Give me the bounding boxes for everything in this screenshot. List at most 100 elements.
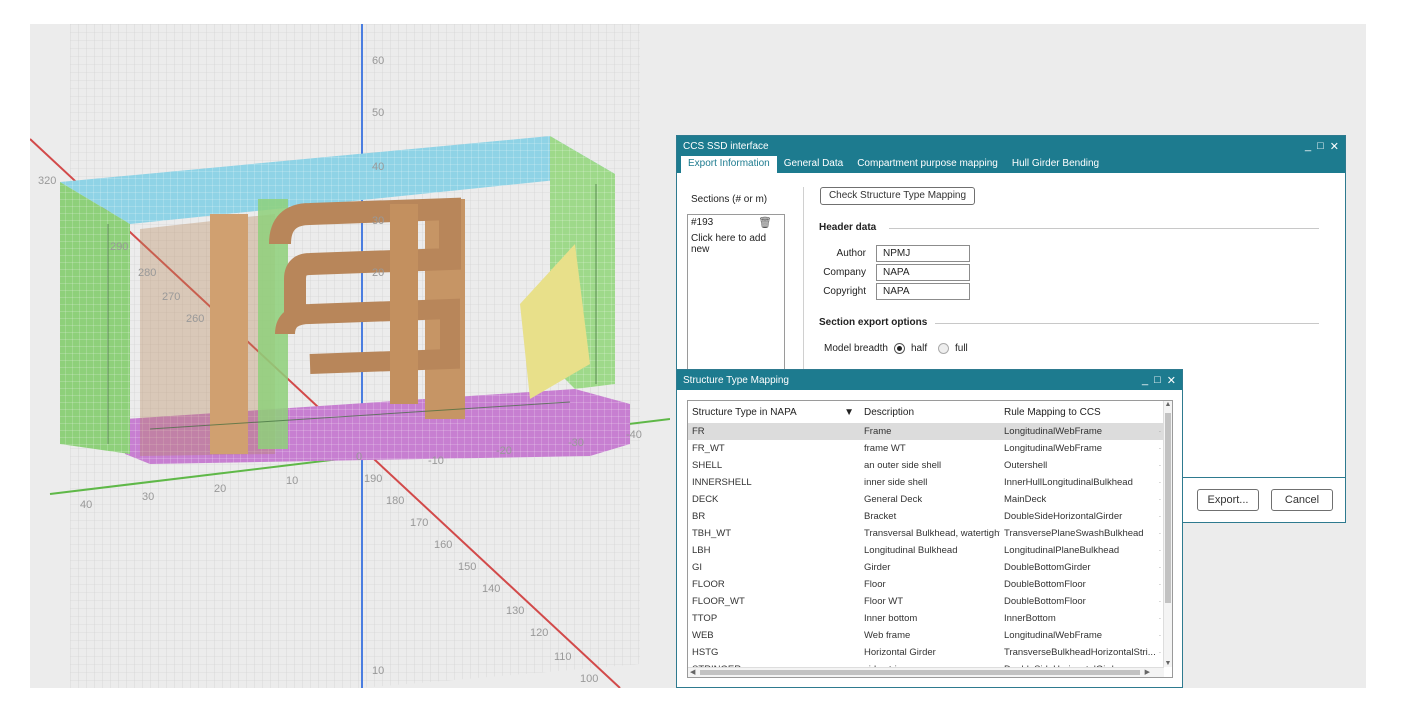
y-tick: -10 xyxy=(428,455,444,467)
cell-description: Floor xyxy=(864,579,886,590)
cell-rule-mapping[interactable]: LongitudinalWebFrame xyxy=(1000,627,1156,644)
y-tick: -20 xyxy=(496,445,512,457)
header-data-divider xyxy=(889,228,1319,229)
y-tick: 20 xyxy=(214,483,226,495)
horizontal-scrollbar[interactable]: ◀ ▶ xyxy=(688,667,1164,677)
table-row[interactable]: FLOOR Floor DoubleBottomFloor · xyxy=(688,576,1164,593)
close-icon[interactable]: ✕ xyxy=(1167,374,1176,387)
cell-description: Girder xyxy=(864,562,891,573)
cell-rule-mapping[interactable]: Outershell xyxy=(1000,457,1156,474)
cancel-button[interactable]: Cancel xyxy=(1271,489,1333,511)
column-header-rule[interactable]: Rule Mapping to CCS xyxy=(1000,401,1156,423)
minimize-icon[interactable]: _ xyxy=(1142,374,1148,386)
x-tick: 110 xyxy=(554,651,572,663)
list-item[interactable]: #193 🗑 xyxy=(688,215,784,231)
x-tick: 140 xyxy=(482,583,500,595)
horizontal-scrollbar-thumb[interactable] xyxy=(700,670,1140,675)
table-row[interactable]: HSTG Horizontal Girder TransverseBulkheadH… xyxy=(688,644,1164,661)
scroll-right-icon[interactable]: ▶ xyxy=(1145,668,1150,676)
table-row[interactable]: TBH_WT Transversal Bulkhead, watertight Tr… xyxy=(688,525,1164,542)
cell-rule-mapping[interactable]: TransversePlaneSwashBulkhead xyxy=(1000,525,1156,542)
x-tick: 190 xyxy=(364,473,382,485)
table-row[interactable]: FR Frame LongitudinalWebFrame · xyxy=(688,423,1164,440)
z-tick: 20 xyxy=(372,267,384,279)
cell-structure-type: LBH xyxy=(692,545,711,556)
export-button[interactable]: Export... xyxy=(1197,489,1259,511)
maximize-icon[interactable]: □ xyxy=(1154,374,1161,386)
full-radio[interactable] xyxy=(938,343,949,354)
cell-rule-mapping[interactable]: TransverseBulkheadHorizontalStri... xyxy=(1000,644,1156,661)
half-radio[interactable] xyxy=(894,343,905,354)
cell-rule-mapping[interactable]: MainDeck xyxy=(1000,491,1156,508)
cell-rule-mapping[interactable]: InnerBottom xyxy=(1000,610,1156,627)
table-row[interactable]: FLOOR_WT Floor WT DoubleBottomFloor · xyxy=(688,593,1164,610)
cell-rule-mapping[interactable]: DoubleBottomGirder xyxy=(1000,559,1156,576)
model-breadth-label: Model breadth xyxy=(824,343,888,354)
trash-icon[interactable]: 🗑 xyxy=(758,216,772,229)
cell-structure-type: INNERSHELL xyxy=(692,477,752,488)
model-viewport[interactable]: 60 50 40 30 20 10 40 30 20 10 0 -10 -20 … xyxy=(30,24,670,688)
table-row[interactable]: WEB Web frame LongitudinalWebFrame · xyxy=(688,627,1164,644)
z-tick: 60 xyxy=(372,55,384,67)
table-row[interactable]: FR_WT frame WT LongitudinalWebFrame · xyxy=(688,440,1164,457)
author-field[interactable]: NPMJ xyxy=(876,245,970,262)
tab-compartment-purpose-mapping[interactable]: Compartment purpose mapping xyxy=(850,156,1005,173)
mapping-titlebar[interactable]: Structure Type Mapping _ □ ✕ xyxy=(677,370,1182,390)
z-tick: 40 xyxy=(372,161,384,173)
table-row[interactable]: DECK General Deck MainDeck · xyxy=(688,491,1164,508)
column-header-description[interactable]: Description xyxy=(860,401,1000,423)
mapping-table: Structure Type in NAPA ▼ Description Rule… xyxy=(688,401,1164,677)
mapping-title: Structure Type Mapping xyxy=(683,374,789,386)
x-tick: 170 xyxy=(410,517,428,529)
column-header-type[interactable]: Structure Type in NAPA ▼ xyxy=(688,401,860,423)
cell-description: Floor WT xyxy=(864,596,904,607)
header-data-heading: Header data xyxy=(819,222,877,233)
copyright-field[interactable]: NAPA xyxy=(876,283,970,300)
cell-structure-type: FLOOR_WT xyxy=(692,596,745,607)
scrollbar-thumb[interactable] xyxy=(1165,413,1171,603)
table-row[interactable]: GI Girder DoubleBottomGirder · xyxy=(688,559,1164,576)
dialog-titlebar[interactable]: CCS SSD interface _ □ ✕ xyxy=(677,136,1345,156)
table-row[interactable]: SHELL an outer side shell Outershell · xyxy=(688,457,1164,474)
close-icon[interactable]: ✕ xyxy=(1330,140,1339,153)
add-section-item[interactable]: Click here to add new xyxy=(688,231,784,255)
y-tick: 30 xyxy=(142,491,154,503)
cell-rule-mapping[interactable]: DoubleSideHorizontalGirder xyxy=(1000,508,1156,525)
table-row[interactable]: BR Bracket DoubleSideHorizontalGirder · xyxy=(688,508,1164,525)
full-label: full xyxy=(955,343,968,354)
scroll-up-icon[interactable]: ▲ xyxy=(1164,401,1172,408)
x-tick: 260 xyxy=(186,313,204,325)
vertical-scrollbar[interactable]: ▲ ▼ xyxy=(1163,401,1172,667)
cell-description: Bracket xyxy=(864,511,897,522)
cell-structure-type: FLOOR xyxy=(692,579,725,590)
tab-general-data[interactable]: General Data xyxy=(777,156,850,173)
x-tick: 150 xyxy=(458,561,476,573)
table-row[interactable]: INNERSHELL inner side shell InnerHullLongi… xyxy=(688,474,1164,491)
cell-description: Longitudinal Bulkhead xyxy=(864,545,958,556)
company-field[interactable]: NAPA xyxy=(876,264,970,281)
table-row[interactable]: TTOP Inner bottom InnerBottom · xyxy=(688,610,1164,627)
cell-rule-mapping[interactable]: InnerHullLongitudinalBulkhead xyxy=(1000,474,1156,491)
cell-description: Web frame xyxy=(864,630,911,641)
cell-rule-mapping[interactable]: DoubleBottomFloor xyxy=(1000,593,1156,610)
cell-rule-mapping[interactable]: LongitudinalPlaneBulkhead xyxy=(1000,542,1156,559)
scroll-down-icon[interactable]: ▼ xyxy=(1164,660,1172,667)
y-tick: -30 xyxy=(568,437,584,449)
x-tick: 100 xyxy=(580,673,598,685)
scroll-left-icon[interactable]: ◀ xyxy=(690,668,695,676)
cell-description: Horizontal Girder xyxy=(864,647,936,658)
x-tick: 130 xyxy=(506,605,524,617)
minimize-icon[interactable]: _ xyxy=(1305,140,1311,152)
cell-rule-mapping[interactable]: DoubleBottomFloor xyxy=(1000,576,1156,593)
maximize-icon[interactable]: □ xyxy=(1317,140,1324,152)
tab-export-information[interactable]: Export Information xyxy=(681,156,777,173)
tab-hull-girder-bending[interactable]: Hull Girder Bending xyxy=(1005,156,1106,173)
cell-description: Inner bottom xyxy=(864,613,918,624)
check-structure-mapping-button[interactable]: Check Structure Type Mapping xyxy=(820,187,975,205)
cell-rule-mapping[interactable]: LongitudinalWebFrame xyxy=(1000,423,1156,440)
filter-icon[interactable]: ▼ xyxy=(844,407,854,418)
cell-rule-mapping[interactable]: LongitudinalWebFrame xyxy=(1000,440,1156,457)
company-label: Company xyxy=(823,267,866,278)
cell-description: General Deck xyxy=(864,494,923,505)
table-row[interactable]: LBH Longitudinal Bulkhead LongitudinalPlan… xyxy=(688,542,1164,559)
